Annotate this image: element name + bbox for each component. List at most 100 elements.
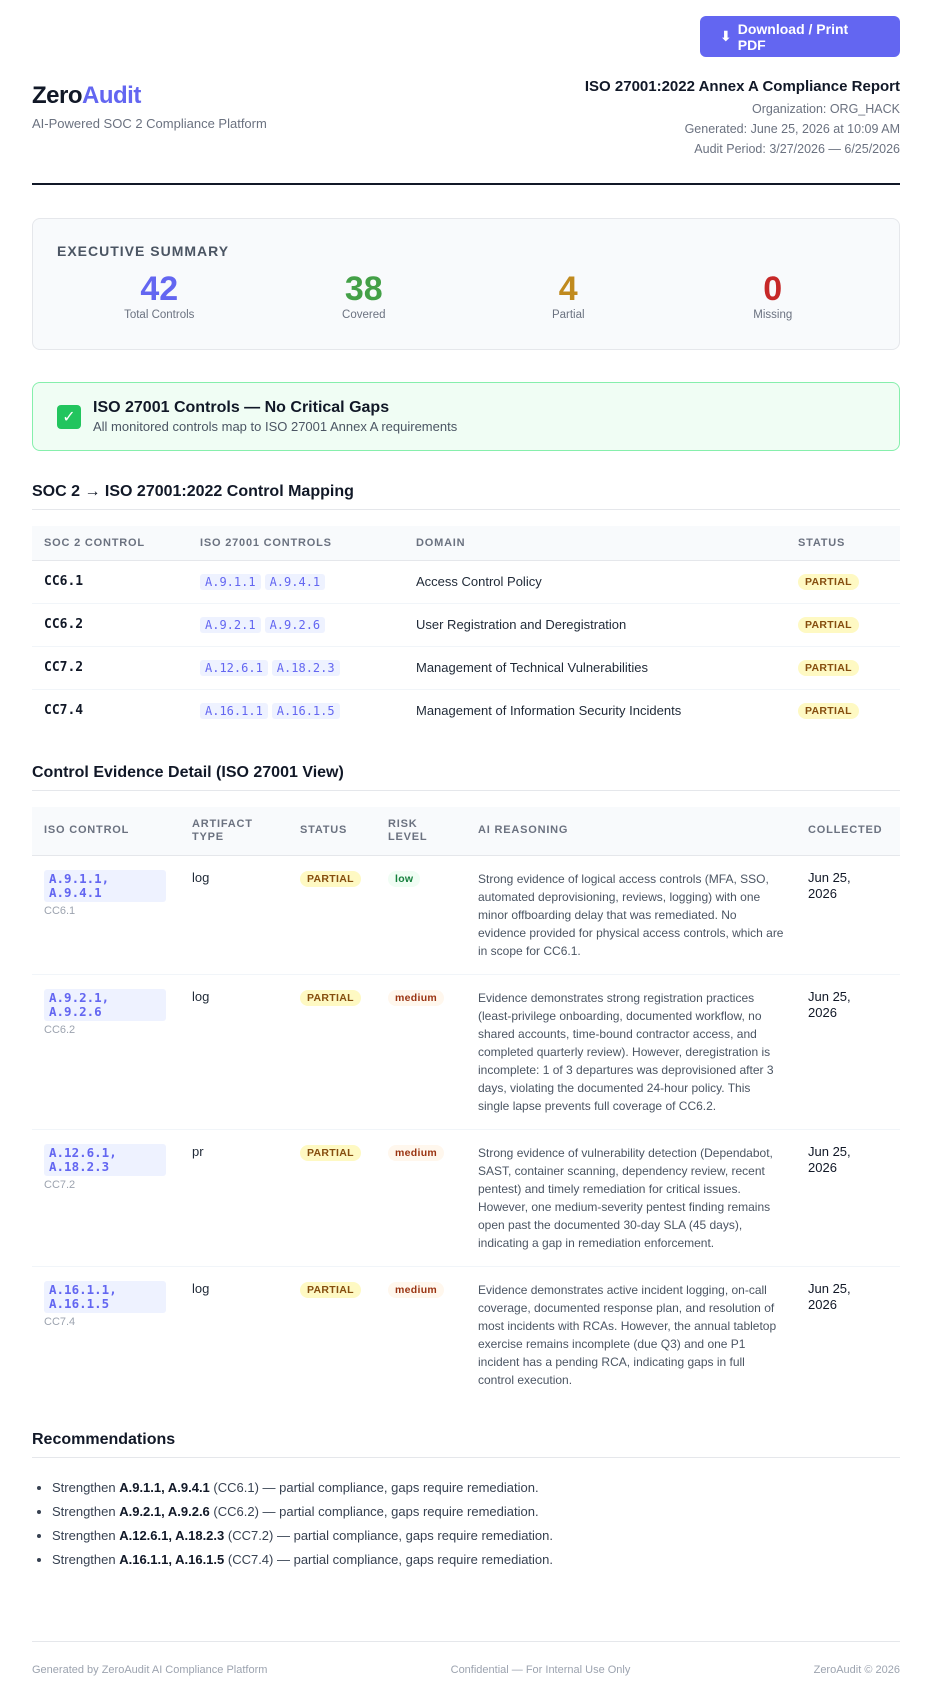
col-collected: COLLECTED <box>796 807 900 856</box>
ai-reasoning: Evidence demonstrates strong registratio… <box>466 974 796 1130</box>
artifact-type: log <box>180 974 288 1130</box>
col-iso-controls: ISO 27001 CONTROLS <box>188 526 404 561</box>
recommendations-title: Recommendations <box>32 1431 900 1458</box>
status-cell: PARTIAL <box>786 689 900 732</box>
iso-control-cell: A.9.2.1, A.9.2.6 CC6.2 <box>32 974 180 1130</box>
col-artifact-type: ARTIFACT TYPE <box>180 807 288 856</box>
artifact-type: log <box>192 1280 210 1296</box>
iso-control-list: A.12.6.1 A.18.2.3 <box>188 646 404 690</box>
risk-cell: low <box>376 855 466 975</box>
report-header: ZeroAudit AI-Powered SOC 2 Compliance Pl… <box>32 77 900 185</box>
soc2-control-id: CC7.2 <box>32 646 188 690</box>
list-item: Strengthen A.16.1.1, A.16.1.5 (CC7.4) — … <box>52 1548 900 1572</box>
iso-control-chip: A.9.2.6 <box>264 616 326 633</box>
soc2-control-id: CC6.1 <box>44 904 76 917</box>
soc2-control-id: CC6.2 <box>32 603 188 647</box>
table-row: CC7.4 A.16.1.1 A.16.1.5 Management of Inf… <box>32 689 900 732</box>
table-row: A.9.2.1, A.9.2.6 CC6.2 log PARTIAL medium… <box>32 974 900 1130</box>
status-cell: PARTIAL <box>288 974 376 1130</box>
evidence-section-title: Control Evidence Detail (ISO 27001 View) <box>32 764 900 791</box>
risk-badge: medium <box>388 989 445 1006</box>
report-meta: ISO 27001:2022 Annex A Compliance Report… <box>585 77 900 159</box>
evidence-table: ISO CONTROL ARTIFACT TYPE STATUS RISK LEVE… <box>32 807 900 1403</box>
risk-badge: low <box>388 870 421 887</box>
col-risk-level: RISK LEVEL <box>376 807 466 856</box>
domain-name: Access Control Policy <box>404 560 786 604</box>
stat-covered: 38 Covered <box>262 271 467 321</box>
collected-date: Jun 25, 2026 <box>796 974 900 1130</box>
domain-name: Management of Technical Vulnerabilities <box>404 646 786 690</box>
report-organization: Organization: ORG_HACK <box>752 102 900 116</box>
status-badge: PARTIAL <box>300 1281 361 1298</box>
executive-summary: EXECUTIVE SUMMARY 42 Total Controls 38 C… <box>32 218 900 350</box>
report-page: ⬇ Download / Print PDF ZeroAudit AI-Powe… <box>0 0 932 1690</box>
soc2-control-id: CC6.2 <box>44 1023 76 1036</box>
stat-label: Covered <box>342 309 386 321</box>
footer-generated-by: Generated by ZeroAudit AI Compliance Pla… <box>32 1664 268 1676</box>
iso-control-chip: A.9.1.1, A.9.4.1 <box>44 869 166 902</box>
risk-badge: medium <box>388 1144 445 1161</box>
iso-control-chip: A.16.1.1 <box>200 702 268 719</box>
report-title: ISO 27001:2022 Annex A Compliance Report <box>584 78 900 95</box>
iso-control-list: A.9.1.1 A.9.4.1 <box>188 560 404 604</box>
download-arrow-icon: ⬇ <box>720 28 732 44</box>
col-status: STATUS <box>786 526 900 561</box>
status-badge: PARTIAL <box>300 989 361 1006</box>
status-cell: PARTIAL <box>786 603 900 647</box>
status-badge: PARTIAL <box>798 617 859 633</box>
status-badge: PARTIAL <box>798 660 859 676</box>
ai-reasoning: Strong evidence of logical access contro… <box>466 855 796 975</box>
stat-label: Partial <box>551 309 585 321</box>
mapping-header-row: SOC 2 CONTROL ISO 27001 CONTROLS DOMAIN … <box>32 526 900 561</box>
check-icon: ✓ <box>57 404 81 429</box>
collected-date: Jun 25, 2026 <box>796 1129 900 1267</box>
list-item: Strengthen A.9.1.1, A.9.4.1 (CC6.1) — pa… <box>52 1476 900 1500</box>
download-pdf-label: Download / Print PDF <box>737 20 849 53</box>
risk-cell: medium <box>376 974 466 1130</box>
soc2-control-id: CC7.4 <box>44 1315 76 1328</box>
no-critical-gaps-banner: ✓ ISO 27001 Controls — No Critical Gaps … <box>32 382 900 451</box>
stat-partial: 4 Partial <box>466 271 671 321</box>
risk-cell: medium <box>376 1129 466 1267</box>
iso-control-cell: A.12.6.1, A.18.2.3 CC7.2 <box>32 1129 180 1267</box>
soc2-control-id: CC7.2 <box>44 1178 76 1191</box>
iso-control-cell: A.9.1.1, A.9.4.1 CC6.1 <box>32 855 180 975</box>
summary-stats: 42 Total Controls 38 Covered 4 Partial 0… <box>57 271 875 321</box>
soc2-control-id: CC6.1 <box>32 560 188 604</box>
list-item: Strengthen A.12.6.1, A.18.2.3 (CC7.2) — … <box>52 1524 900 1548</box>
footer-confidential: Confidential — For Internal Use Only <box>450 1664 631 1676</box>
stat-total-controls: 42 Total Controls <box>57 271 262 321</box>
iso-control-chip: A.9.1.1 <box>200 573 261 590</box>
stat-value: 42 <box>140 270 179 308</box>
mapping-section-title: SOC 2 → ISO 27001:2022 Control Mapping <box>32 483 900 510</box>
stat-missing: 0 Missing <box>671 271 876 321</box>
soc2-control-id: CC7.4 <box>44 703 84 719</box>
status-badge: PARTIAL <box>300 870 361 887</box>
col-ai-reasoning: AI REASONING <box>466 807 796 856</box>
status-cell: PARTIAL <box>288 1129 376 1267</box>
brand-tagline: AI-Powered SOC 2 Compliance Platform <box>32 116 267 131</box>
iso-control-chip: A.16.1.5 <box>271 702 340 719</box>
ai-reasoning: Strong evidence of vulnerability detecti… <box>466 1129 796 1267</box>
stat-value: 4 <box>558 270 578 308</box>
col-iso-control: ISO CONTROL <box>32 807 180 856</box>
recommendations-list: Strengthen A.9.1.1, A.9.4.1 (CC6.1) — pa… <box>32 1476 900 1572</box>
iso-control-chip: A.18.2.3 <box>271 659 340 676</box>
iso-control-list: A.16.1.1 A.16.1.5 <box>188 689 404 732</box>
domain-name: Management of Information Security Incid… <box>416 703 682 719</box>
brand-logo: ZeroAudit <box>32 82 141 109</box>
status-badge: PARTIAL <box>798 574 859 590</box>
download-pdf-button[interactable]: ⬇ Download / Print PDF <box>700 16 900 57</box>
evidence-header-row: ISO CONTROL ARTIFACT TYPE STATUS RISK LEVE… <box>32 807 900 856</box>
iso-control-list: A.9.2.1 A.9.2.6 <box>188 603 404 647</box>
stat-label: Total Controls <box>124 309 195 321</box>
iso-control-chip: A.12.6.1, A.18.2.3 <box>44 1143 166 1176</box>
iso-control-chip: A.9.4.1 <box>264 573 326 590</box>
iso-control-chip: A.9.2.1, A.9.2.6 <box>44 988 166 1021</box>
collected-date: Jun 25, 2026 <box>808 1280 851 1312</box>
iso-control-chip: A.16.1.1, A.16.1.5 <box>44 1280 166 1313</box>
report-footer: Generated by ZeroAudit AI Compliance Pla… <box>32 1641 900 1676</box>
report-audit-period: Audit Period: 3/27/2026 — 6/25/2026 <box>694 142 900 156</box>
banner-title: ISO 27001 Controls — No Critical Gaps <box>93 399 390 416</box>
stat-value: 0 <box>763 270 783 308</box>
